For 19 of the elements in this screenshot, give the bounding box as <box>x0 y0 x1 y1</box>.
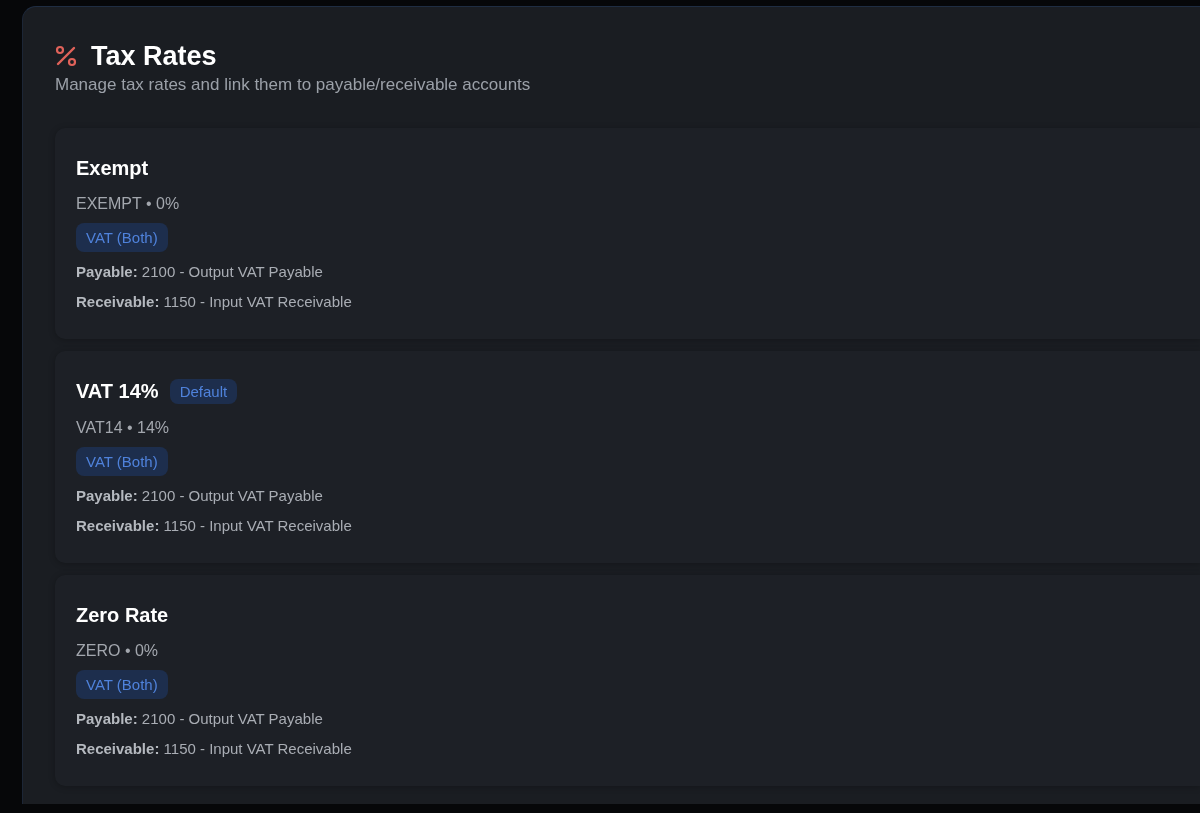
linked-account-text: Receivable: 1150 - Input VAT Receivable <box>76 293 352 311</box>
linked-account-text: Payable: 2100 - Output VAT Payable <box>76 709 323 727</box>
tax-code-rate: VAT14 • 14% <box>76 418 170 436</box>
tax-type-badge: VAT (Both) <box>76 222 168 252</box>
tax-code-rate: EXEMPT • 0% <box>76 194 180 212</box>
tax-rate-name: Zero Rate <box>76 602 169 627</box>
tax-code-rate: ZERO • 0% <box>76 641 159 659</box>
default-badge: Default <box>169 378 238 404</box>
tax-rate-name: VAT 14% <box>76 379 159 404</box>
tax-type-badge: VAT (Both) <box>76 669 168 699</box>
tax-rate-name: Exempt <box>76 155 149 180</box>
linked-account-text: Receivable: 1150 - Input VAT Receivable <box>76 740 352 758</box>
linked-account-text: Payable: 2100 - Output VAT Payable <box>76 486 323 504</box>
linked-account-text: Payable: 2100 - Output VAT Payable <box>76 262 323 280</box>
percent-icon <box>55 45 77 68</box>
page-title: Tax Rates <box>91 40 217 73</box>
linked-account-text: Receivable: 1150 - Input VAT Receivable <box>76 517 352 535</box>
tax-type-badge: VAT (Both) <box>76 446 168 476</box>
page-subtitle: Manage tax rates and link them to payable/receivable accounts <box>55 74 532 97</box>
